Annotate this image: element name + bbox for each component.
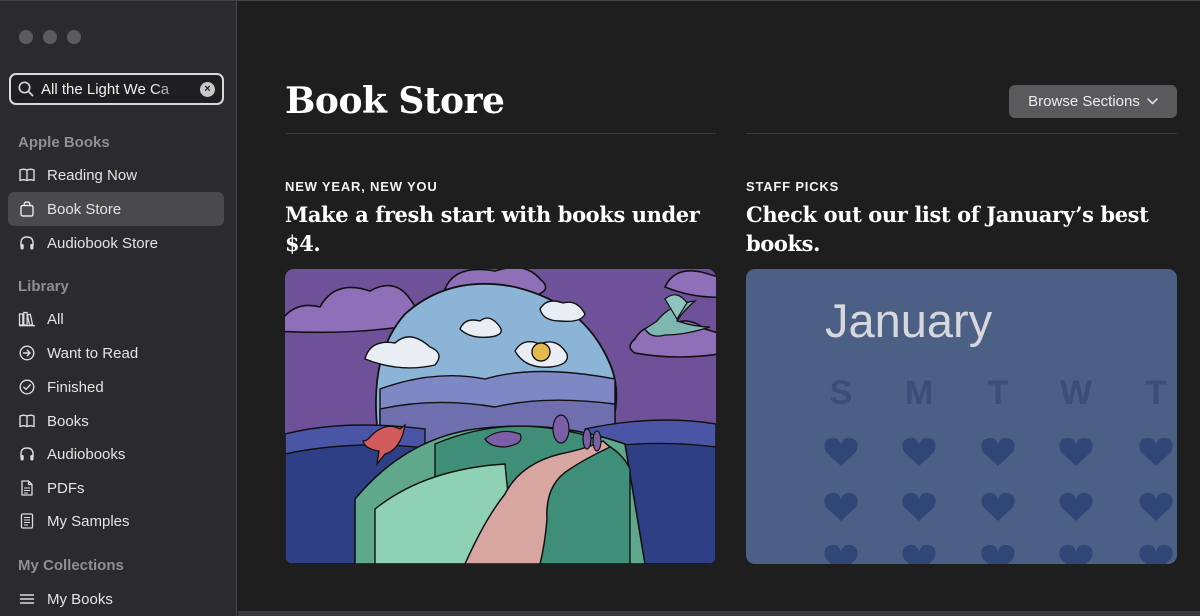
browse-sections-button[interactable]: Browse Sections (1009, 85, 1177, 118)
sidebar-item-label: Want to Read (47, 344, 139, 362)
section-heading-library: Library (18, 278, 69, 295)
document-icon (21, 480, 33, 496)
search-input[interactable] (41, 80, 191, 98)
app-window: × Apple Books Reading Now Book Store Aud… (0, 0, 1200, 616)
sidebar-item-label: My Books (47, 590, 113, 608)
sidebar-item-label: Audiobooks (47, 445, 126, 463)
promo-card-staff-picks[interactable]: STAFF PICKS Check out our list of Januar… (746, 179, 1177, 564)
books-icon (18, 311, 35, 327)
sidebar-item-reading-now[interactable]: Reading Now (8, 158, 224, 192)
sidebar-item-label: Reading Now (47, 166, 138, 184)
sample-icon (20, 513, 34, 529)
sidebar-item-label: PDFs (47, 479, 85, 497)
calendar-month-label: January (825, 294, 993, 347)
close-window-button[interactable] (19, 30, 33, 44)
bottom-scroll-edge (238, 611, 1200, 616)
sidebar-item-books[interactable]: Books (8, 404, 224, 438)
divider-right (746, 133, 1177, 134)
calendar-day-label: S (830, 374, 853, 412)
book-open-icon (19, 414, 35, 428)
divider-left (285, 133, 716, 134)
window-controls (19, 30, 81, 44)
calendar-illustration[interactable]: January S M T W T (746, 269, 1177, 564)
calendar-day-label: T (988, 374, 1009, 412)
sidebar-item-label: My Samples (47, 512, 130, 530)
arrow-circle-icon (19, 345, 35, 361)
book-open-icon (19, 168, 35, 182)
sidebar-item-audiobooks[interactable]: Audiobooks (8, 437, 224, 471)
sidebar-item-finished[interactable]: Finished (8, 370, 224, 404)
headphones-icon (20, 447, 34, 461)
list-icon (19, 594, 35, 604)
landscape-illustration[interactable] (285, 269, 716, 564)
sidebar-item-want-to-read[interactable]: Want to Read (8, 336, 224, 370)
card-eyebrow: STAFF PICKS (746, 179, 840, 194)
clear-search-icon[interactable]: × (200, 82, 215, 97)
headphones-icon (20, 236, 34, 250)
card-headline[interactable]: Make a fresh start with books under $4. (285, 200, 716, 258)
promo-card-new-year[interactable]: NEW YEAR, NEW YOU Make a fresh start wit… (285, 179, 716, 564)
zoom-window-button[interactable] (67, 30, 81, 44)
sidebar-item-label: Audiobook Store (47, 234, 158, 252)
section-heading-apple-books: Apple Books (18, 134, 110, 151)
sidebar-item-label: Books (47, 412, 89, 430)
sidebar-item-my-books[interactable]: My Books (8, 582, 224, 616)
main-content: Book Store Browse Sections NEW YEAR, NEW… (238, 1, 1200, 616)
page-title: Book Store (285, 80, 505, 122)
chevron-down-icon (1147, 98, 1158, 105)
sidebar-item-all[interactable]: All (8, 302, 224, 336)
sidebar-item-label: All (47, 310, 64, 328)
check-circle-icon (19, 379, 35, 395)
sidebar-item-book-store[interactable]: Book Store (8, 192, 224, 226)
minimize-window-button[interactable] (43, 30, 57, 44)
sidebar: × Apple Books Reading Now Book Store Aud… (0, 1, 237, 616)
search-icon (18, 81, 34, 97)
bag-icon (20, 201, 34, 217)
sidebar-item-pdfs[interactable]: PDFs (8, 471, 224, 505)
section-heading-my-collections: My Collections (18, 557, 124, 574)
sidebar-item-my-samples[interactable]: My Samples (8, 504, 224, 538)
sidebar-item-audiobook-store[interactable]: Audiobook Store (8, 226, 224, 260)
sidebar-item-label: Finished (47, 378, 104, 396)
card-headline[interactable]: Check out our list of January’s best boo… (746, 200, 1177, 258)
calendar-day-label: W (1060, 374, 1093, 412)
sidebar-item-label: Book Store (47, 200, 122, 218)
calendar-day-label: T (1146, 374, 1167, 412)
search-field[interactable]: × (9, 73, 224, 105)
card-eyebrow: NEW YEAR, NEW YOU (285, 179, 438, 194)
browse-sections-label: Browse Sections (1028, 93, 1140, 110)
calendar-day-label: M (905, 374, 933, 412)
